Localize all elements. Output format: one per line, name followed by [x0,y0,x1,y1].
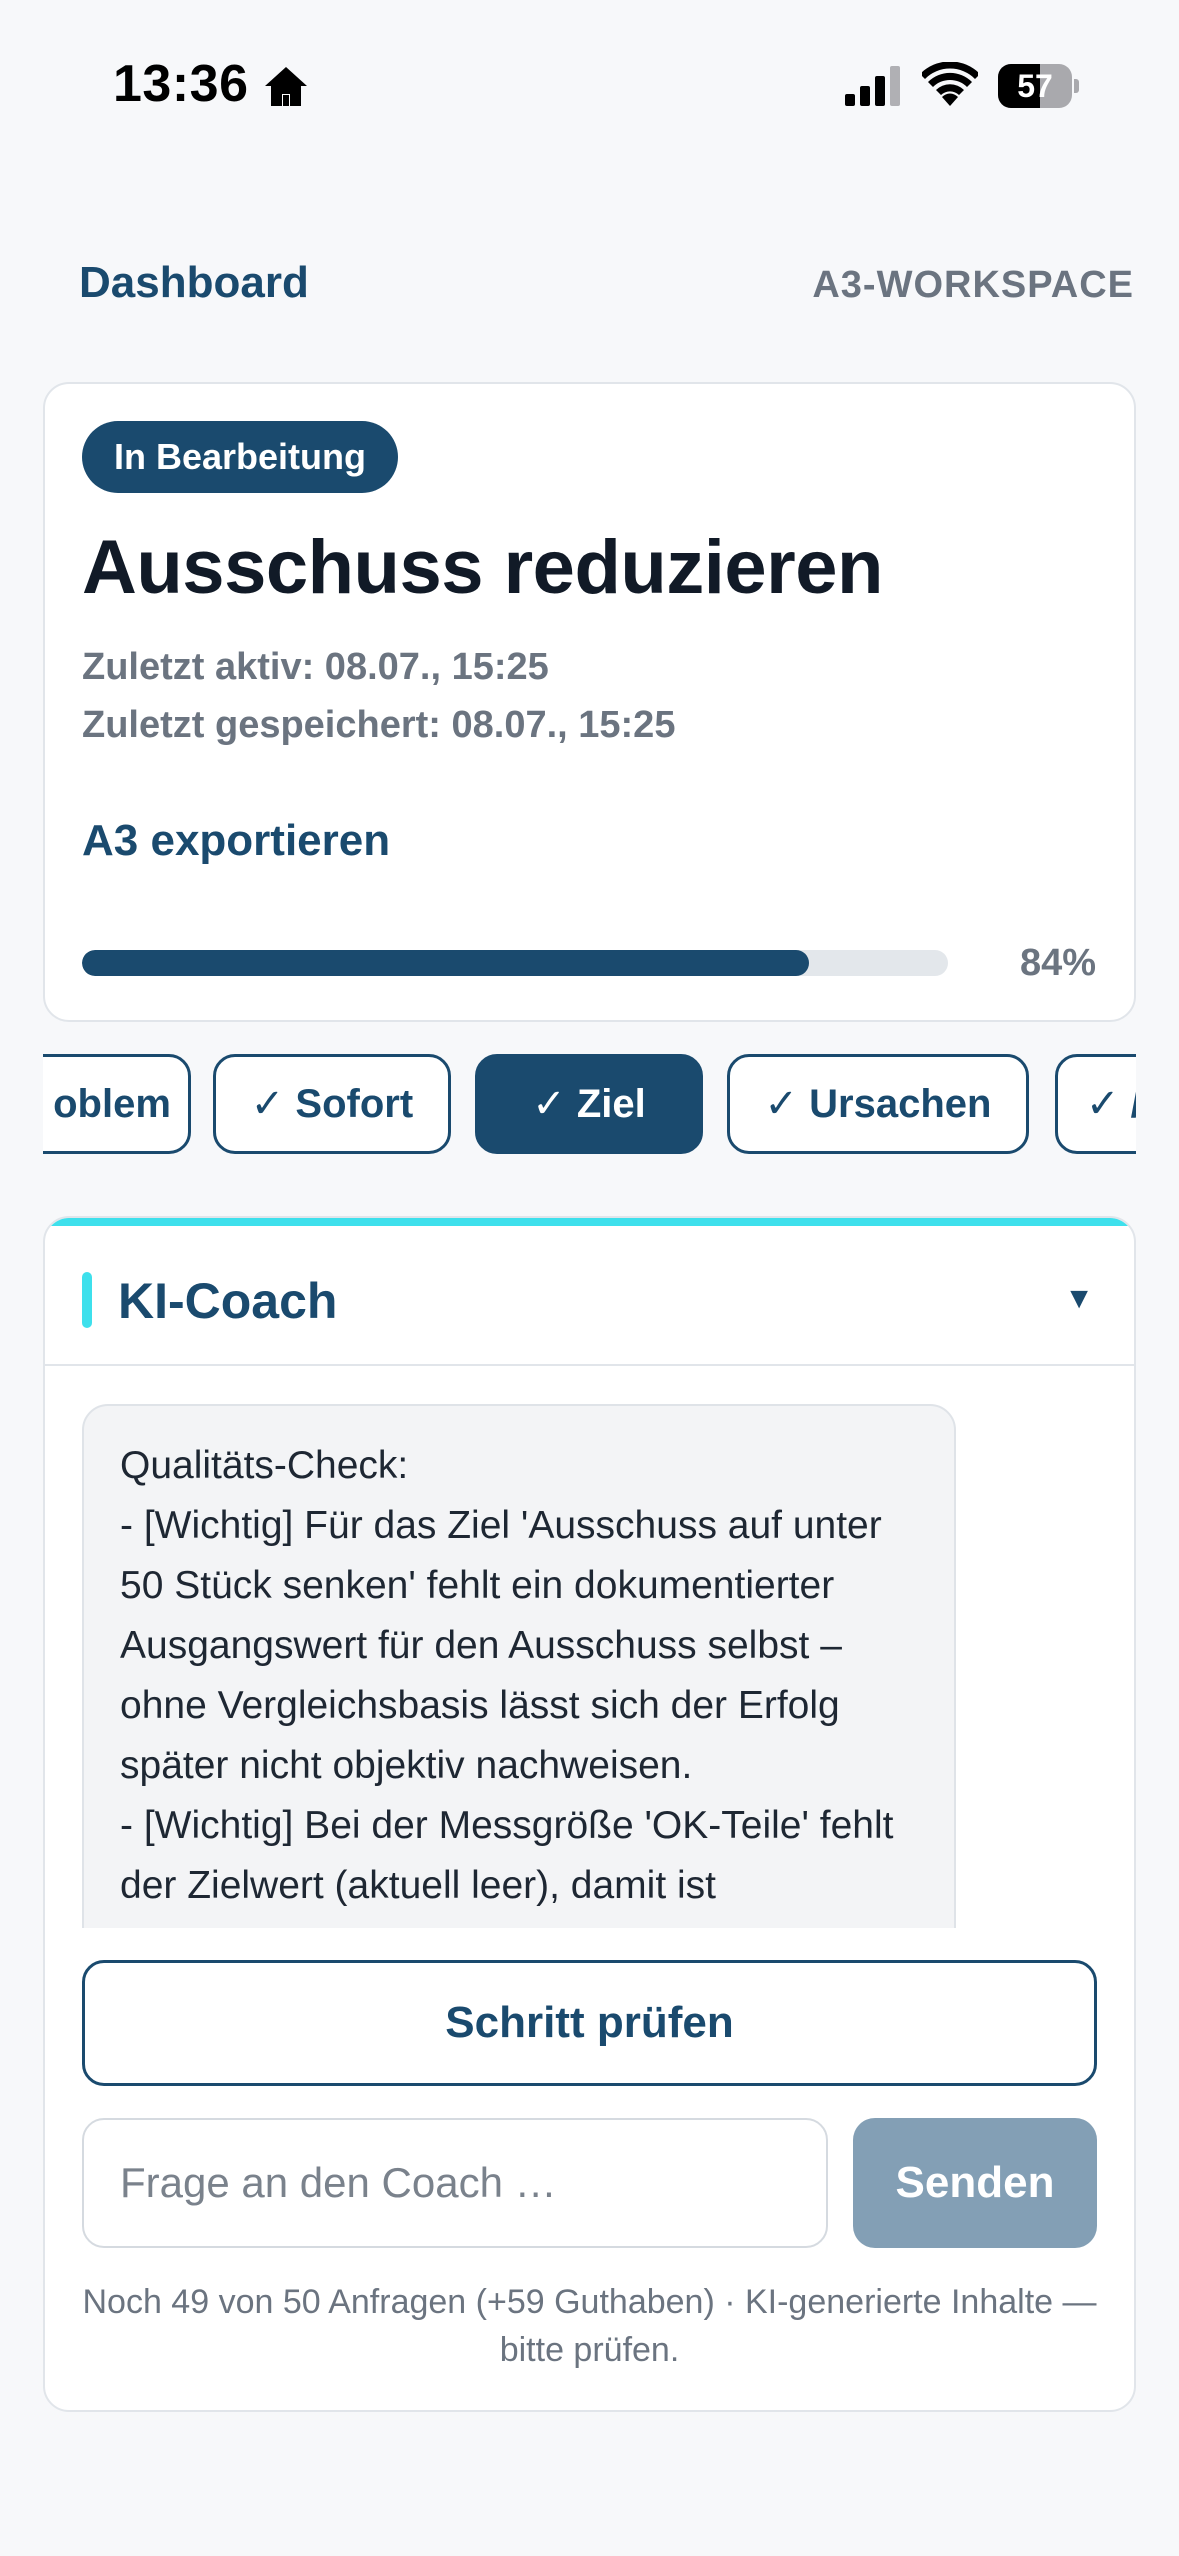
tab-ziel[interactable]: ✓ Ziel [475,1054,703,1154]
coach-accent-bar [45,1218,1134,1226]
tab-label: ✓ Ursachen [764,1082,992,1126]
coach-message: Qualitäts-Check: - [Wichtig] Für das Zie… [82,1404,956,1928]
home-icon [265,67,307,106]
battery-icon: 57 [998,64,1079,108]
progress-bar [82,950,948,976]
coach-question-input[interactable] [82,2118,828,2248]
last-saved-text: Zuletzt gespeichert: 08.07., 15:25 [82,704,676,746]
status-bar: 13:36 57 [0,0,1179,160]
step-tabs[interactable]: oblem ✓ Sofort ✓ Ziel ✓ Ursachen ✓ / [43,1054,1136,1158]
project-header-card: In Bearbeitung Ausschuss reduzieren Zule… [43,382,1136,1022]
tab-label: ✓ Sofort [250,1082,414,1126]
status-time: 13:36 [113,55,249,113]
tab-ursachen[interactable]: ✓ Ursachen [727,1054,1029,1154]
coach-card: KI-Coach ▼ Qualitäts-Check: - [Wichtig] … [43,1216,1136,2412]
workspace-label: A3-WORKSPACE [812,264,1134,306]
coach-header[interactable]: KI-Coach ▼ [45,1226,1134,1366]
page-title: Ausschuss reduzieren [82,525,883,610]
progress-fill [82,950,810,976]
check-step-button[interactable]: Schritt prüfen [82,1960,1097,2086]
tab-label: ✓ Ziel [532,1082,646,1126]
status-badge: In Bearbeitung [82,421,399,493]
quota-note: Noch 49 von 50 Anfragen (+59 Guthaben) ·… [82,2283,1097,2369]
battery-level: 57 [1017,68,1053,104]
coach-message-list[interactable]: Qualitäts-Check: - [Wichtig] Für das Zie… [82,1404,1092,1928]
tab-next[interactable]: ✓ / [1055,1054,1136,1154]
chevron-down-icon[interactable]: ▼ [1064,1282,1094,1316]
last-active-text: Zuletzt aktiv: 08.07., 15:25 [82,646,549,688]
tab-label: oblem [53,1081,171,1126]
coach-title: KI-Coach [118,1273,338,1329]
send-button[interactable]: Senden [853,2118,1097,2248]
signal-icon [845,66,900,106]
tab-label: ✓ / [1086,1082,1136,1126]
tab-sofort[interactable]: ✓ Sofort [213,1054,451,1154]
wifi-icon [922,62,978,106]
coach-accent-marker [82,1272,92,1328]
export-a3-link[interactable]: A3 exportieren [82,816,390,866]
tab-problem[interactable]: oblem [43,1054,191,1154]
progress-label: 84% [1019,942,1096,984]
dashboard-link[interactable]: Dashboard [79,258,309,308]
